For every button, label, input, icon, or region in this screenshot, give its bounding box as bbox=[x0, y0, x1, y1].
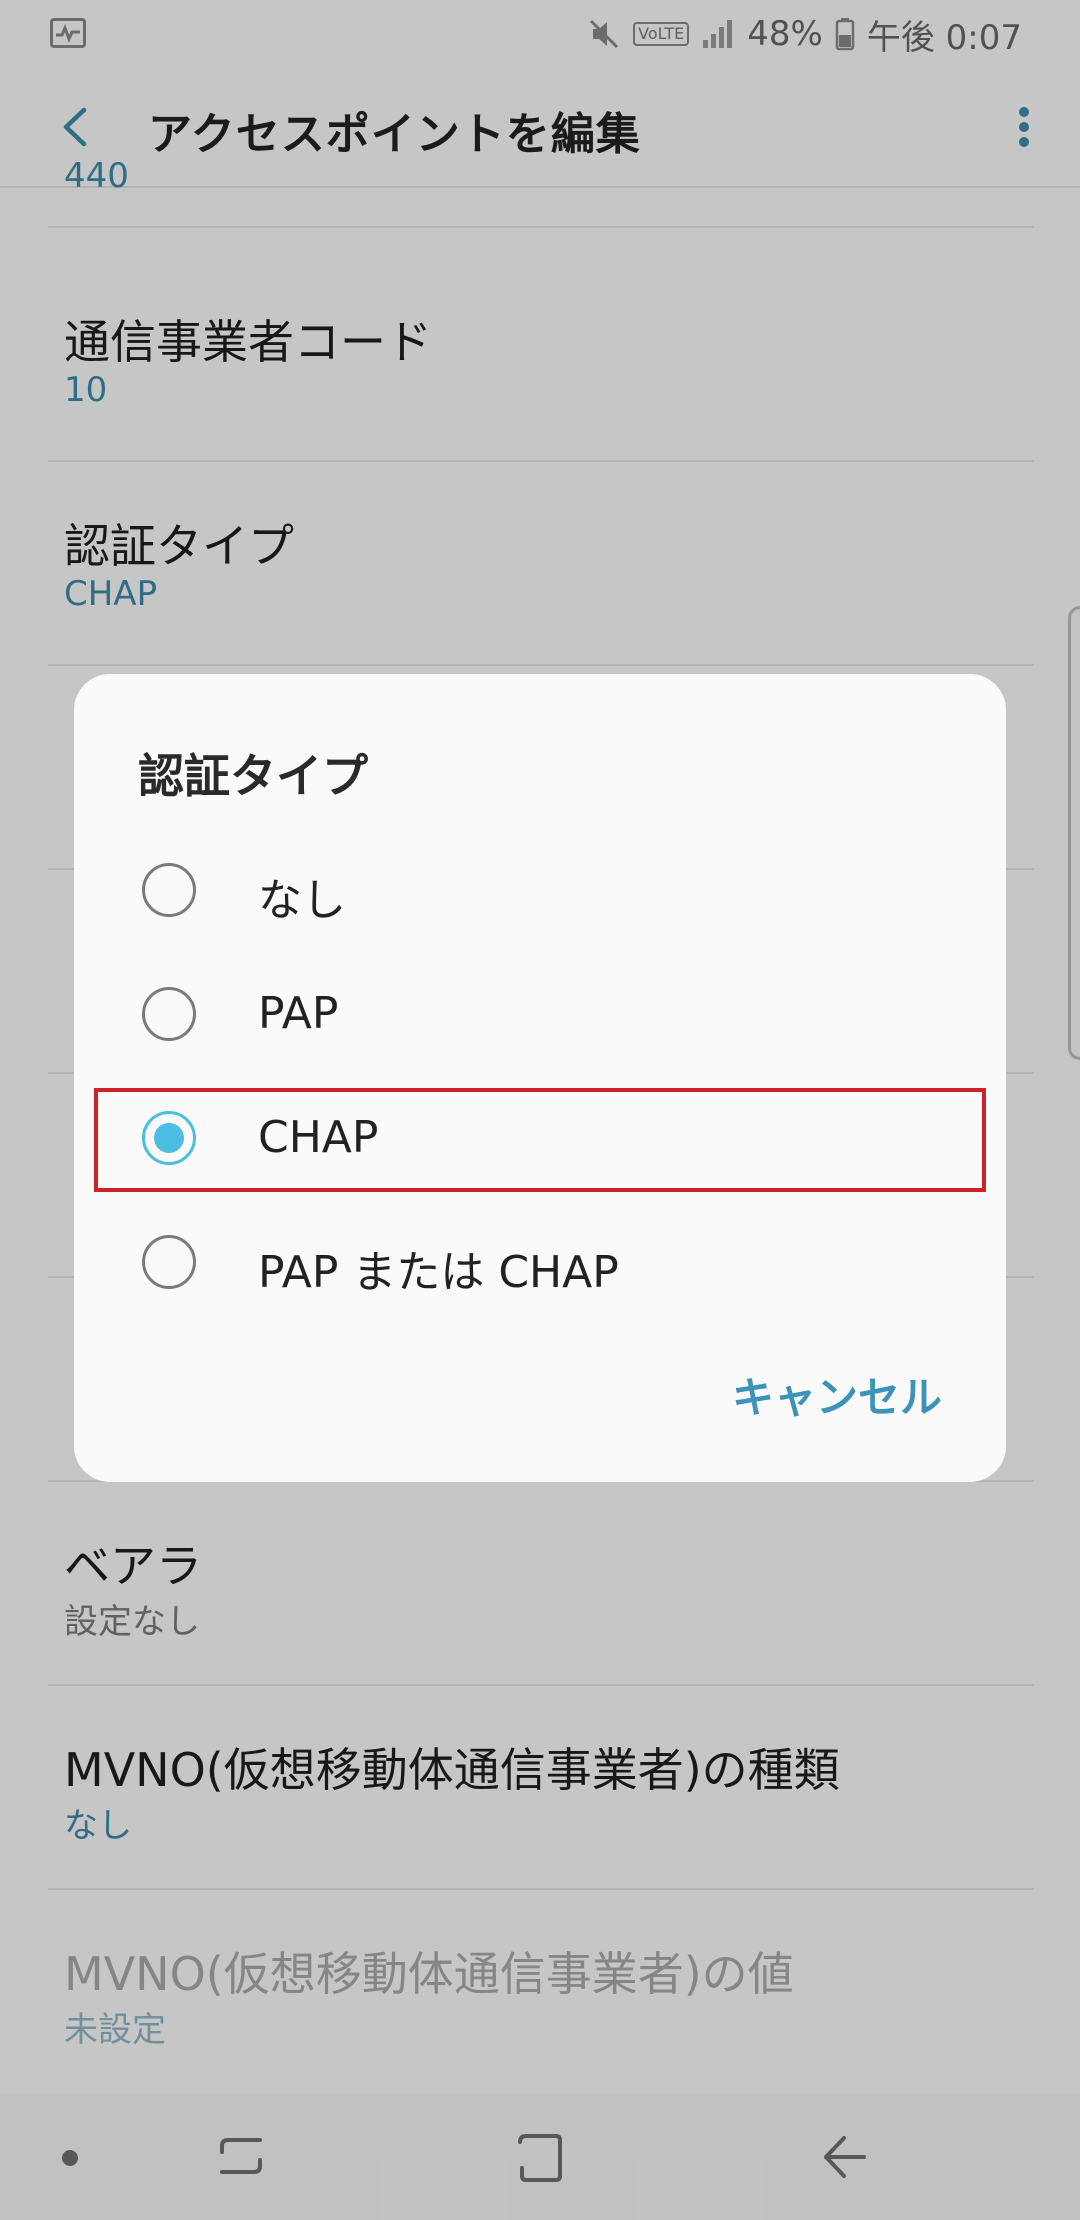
option-label: PAP bbox=[258, 988, 339, 1039]
cancel-button[interactable]: キャンセル bbox=[732, 1364, 942, 1425]
auth-type-dialog: 認証タイプ なし PAP CHAP PAP または CHAP キャンセル bbox=[74, 674, 1006, 1482]
highlight-box bbox=[94, 1088, 986, 1192]
radio-button[interactable] bbox=[142, 987, 196, 1041]
option-label: PAP または CHAP bbox=[258, 1247, 619, 1298]
option-none[interactable]: なし bbox=[74, 828, 1006, 952]
option-pap-or-chap[interactable]: PAP または CHAP bbox=[74, 1200, 1006, 1324]
radio-button[interactable] bbox=[142, 1235, 196, 1289]
option-label: なし bbox=[258, 875, 346, 926]
screen: VoLTE 48% 午後 0:07 アクセスポイントを編集 440 通信事業者コ… bbox=[0, 0, 1080, 2220]
radio-button[interactable] bbox=[142, 863, 196, 917]
option-pap[interactable]: PAP bbox=[74, 952, 1006, 1076]
dialog-title: 認証タイプ bbox=[138, 749, 368, 803]
